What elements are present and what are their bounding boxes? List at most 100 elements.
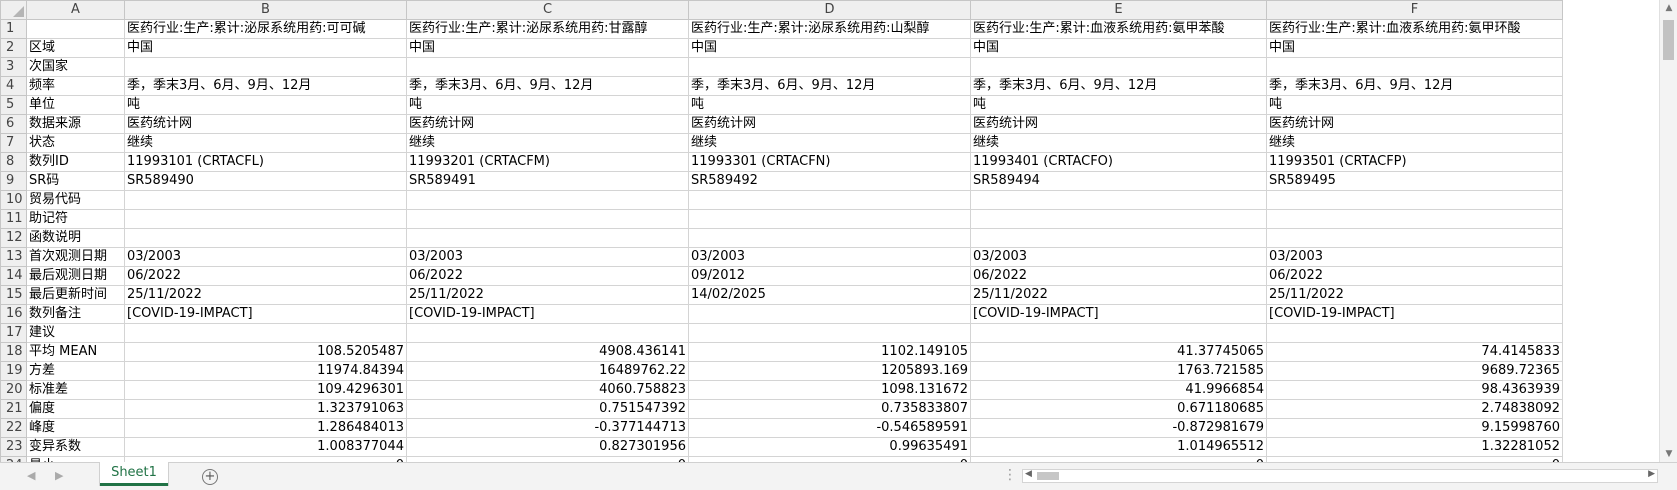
- cell-a[interactable]: 函数说明: [26, 228, 125, 248]
- cell-c[interactable]: [406, 323, 689, 343]
- cell-f[interactable]: [1266, 209, 1563, 229]
- cell-d[interactable]: 1098.131672: [688, 380, 971, 400]
- cell-c[interactable]: 0.751547392: [406, 399, 689, 419]
- cell-a[interactable]: 变异系数: [26, 437, 125, 457]
- cell-d[interactable]: 1205893.169: [688, 361, 971, 381]
- vertical-scrollbar[interactable]: ▲ ▼: [1659, 0, 1677, 462]
- tab-split-handle-icon[interactable]: ⋮: [1003, 467, 1017, 483]
- row-header[interactable]: 18: [0, 342, 27, 362]
- cell-e[interactable]: 医药行业:生产:累计:血液系统用药:氨甲苯酸: [970, 19, 1267, 39]
- column-header-e[interactable]: E: [970, 0, 1267, 20]
- row-header[interactable]: 8: [0, 152, 27, 172]
- cell-d[interactable]: 吨: [688, 95, 971, 115]
- cell-e[interactable]: 1763.721585: [970, 361, 1267, 381]
- cell-d[interactable]: 09/2012: [688, 266, 971, 286]
- cell-d[interactable]: 1102.149105: [688, 342, 971, 362]
- cell-c[interactable]: 季，季末3月、6月、9月、12月: [406, 76, 689, 96]
- cell-b[interactable]: [124, 323, 407, 343]
- column-header-f[interactable]: F: [1266, 0, 1563, 20]
- cell-d[interactable]: [688, 190, 971, 210]
- cell-e[interactable]: 医药统计网: [970, 114, 1267, 134]
- cell-a[interactable]: 平均 MEAN: [26, 342, 125, 362]
- cell-d[interactable]: 季，季末3月、6月、9月、12月: [688, 76, 971, 96]
- cell-a[interactable]: 标准差: [26, 380, 125, 400]
- cell-d[interactable]: [688, 57, 971, 77]
- column-header-a[interactable]: A: [26, 0, 125, 20]
- cell-a[interactable]: 最后观测日期: [26, 266, 125, 286]
- cell-f[interactable]: SR589495: [1266, 171, 1563, 191]
- cell-b[interactable]: 医药统计网: [124, 114, 407, 134]
- row-header[interactable]: 13: [0, 247, 27, 267]
- cell-e[interactable]: [970, 190, 1267, 210]
- scroll-up-arrow-icon[interactable]: ▲: [1660, 0, 1677, 16]
- row-header[interactable]: 16: [0, 304, 27, 324]
- cell-d[interactable]: 11993301 (CRTACFN): [688, 152, 971, 172]
- row-header[interactable]: 6: [0, 114, 27, 134]
- cell-c[interactable]: 继续: [406, 133, 689, 153]
- cell-e[interactable]: 03/2003: [970, 247, 1267, 267]
- row-header[interactable]: 2: [0, 38, 27, 58]
- cell-e[interactable]: [970, 228, 1267, 248]
- cell-e[interactable]: 继续: [970, 133, 1267, 153]
- cell-e[interactable]: 0.671180685: [970, 399, 1267, 419]
- select-all-corner[interactable]: [0, 0, 27, 20]
- row-header[interactable]: 3: [0, 57, 27, 77]
- row-header[interactable]: 12: [0, 228, 27, 248]
- scroll-left-arrow-icon[interactable]: ◀: [1025, 469, 1032, 479]
- cell-a[interactable]: 数列备注: [26, 304, 125, 324]
- row-header[interactable]: 21: [0, 399, 27, 419]
- cell-a[interactable]: 状态: [26, 133, 125, 153]
- cell-f[interactable]: [1266, 323, 1563, 343]
- cell-d[interactable]: [688, 209, 971, 229]
- cell-b[interactable]: 1.323791063: [124, 399, 407, 419]
- cell-a[interactable]: 最后更新时间: [26, 285, 125, 305]
- cell-e[interactable]: 06/2022: [970, 266, 1267, 286]
- cell-b[interactable]: 中国: [124, 38, 407, 58]
- cell-e[interactable]: -0.872981679: [970, 418, 1267, 438]
- cell-d[interactable]: 14/02/2025: [688, 285, 971, 305]
- cell-f[interactable]: [1266, 228, 1563, 248]
- cell-b[interactable]: 吨: [124, 95, 407, 115]
- row-header[interactable]: 20: [0, 380, 27, 400]
- horizontal-scrollbar[interactable]: ◀ ▶: [1022, 469, 1658, 483]
- cell-c[interactable]: [406, 57, 689, 77]
- next-sheet-arrow-icon[interactable]: ▶: [55, 469, 63, 482]
- add-sheet-plus-icon[interactable]: +: [202, 469, 218, 485]
- cell-d[interactable]: 0.99635491: [688, 437, 971, 457]
- cell-a[interactable]: 建议: [26, 323, 125, 343]
- cell-c[interactable]: 医药行业:生产:累计:泌尿系统用药:甘露醇: [406, 19, 689, 39]
- cell-c[interactable]: 4060.758823: [406, 380, 689, 400]
- row-header[interactable]: 23: [0, 437, 27, 457]
- row-header[interactable]: 5: [0, 95, 27, 115]
- cell-e[interactable]: SR589494: [970, 171, 1267, 191]
- cell-d[interactable]: 继续: [688, 133, 971, 153]
- row-header[interactable]: 19: [0, 361, 27, 381]
- cell-c[interactable]: [406, 190, 689, 210]
- row-header[interactable]: 14: [0, 266, 27, 286]
- cell-b[interactable]: [124, 190, 407, 210]
- cell-f[interactable]: 11993501 (CRTACFP): [1266, 152, 1563, 172]
- cell-c[interactable]: 医药统计网: [406, 114, 689, 134]
- cell-c[interactable]: 11993201 (CRTACFM): [406, 152, 689, 172]
- row-header[interactable]: 10: [0, 190, 27, 210]
- cell-c[interactable]: [406, 228, 689, 248]
- cell-c[interactable]: 0.827301956: [406, 437, 689, 457]
- cell-b[interactable]: [COVID-19-IMPACT]: [124, 304, 407, 324]
- cell-b[interactable]: 医药行业:生产:累计:泌尿系统用药:可可碱: [124, 19, 407, 39]
- cell-d[interactable]: [688, 323, 971, 343]
- cell-b[interactable]: 06/2022: [124, 266, 407, 286]
- cell-a[interactable]: 数列ID: [26, 152, 125, 172]
- cell-f[interactable]: 医药行业:生产:累计:血液系统用药:氨甲环酸: [1266, 19, 1563, 39]
- scroll-right-arrow-icon[interactable]: ▶: [1648, 469, 1655, 479]
- cell-d[interactable]: -0.546589591: [688, 418, 971, 438]
- cell-f[interactable]: 2.74838092: [1266, 399, 1563, 419]
- cell-b[interactable]: [124, 228, 407, 248]
- row-header[interactable]: 9: [0, 171, 27, 191]
- cell-d[interactable]: 医药行业:生产:累计:泌尿系统用药:山梨醇: [688, 19, 971, 39]
- cell-c[interactable]: [406, 209, 689, 229]
- row-header[interactable]: 1: [0, 19, 27, 39]
- cell-d[interactable]: 医药统计网: [688, 114, 971, 134]
- cell-a[interactable]: 次国家: [26, 57, 125, 77]
- cell-f[interactable]: [1266, 57, 1563, 77]
- cell-f[interactable]: 继续: [1266, 133, 1563, 153]
